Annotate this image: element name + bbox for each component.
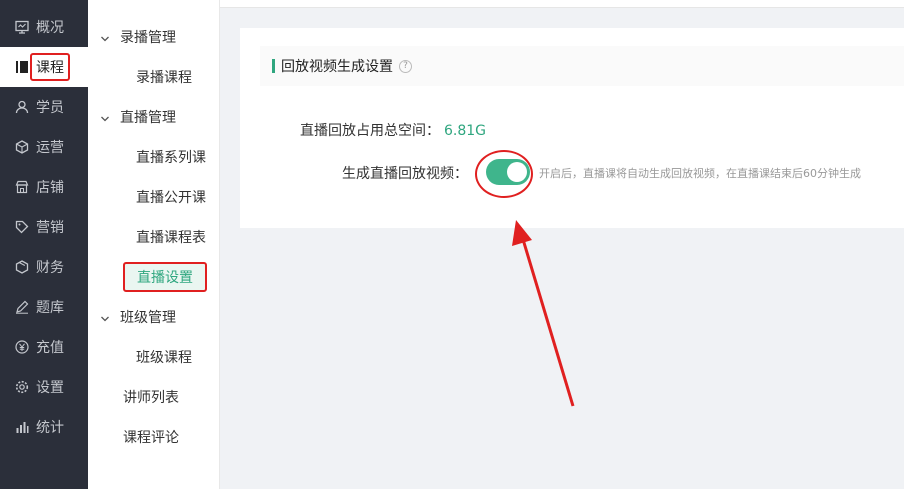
top-bar	[220, 0, 904, 8]
nav-item-course[interactable]: 课程	[0, 47, 88, 87]
subnav-item-live-series[interactable]: 直播系列课	[88, 137, 220, 177]
main-sidebar: 概况 课程 学员 运营 店铺 营销 财务 题库 充值 设置 统计	[0, 0, 88, 489]
user-icon	[15, 100, 29, 114]
chevron-down-icon	[100, 312, 110, 322]
chart-icon	[15, 420, 29, 434]
monitor-icon	[15, 20, 29, 34]
replay-toggle-label: 生成直播回放视频：	[342, 166, 468, 182]
subnav-item-teacher-list[interactable]: 讲师列表	[88, 377, 220, 417]
subnav-group-recorded[interactable]: 录播管理	[88, 17, 220, 57]
chevron-down-icon	[100, 112, 110, 122]
sub-sidebar: 录播管理 录播课程 直播管理 直播系列课 直播公开课 直播课程表 直播设置 班级…	[88, 0, 220, 489]
nav-item-recharge[interactable]: 充值	[0, 327, 88, 367]
toggle-knob	[507, 162, 527, 182]
yuan-icon	[15, 340, 29, 354]
book-icon	[15, 60, 29, 74]
section-title: 回放视频生成设置	[281, 59, 393, 75]
nav-item-finance[interactable]: 财务	[0, 247, 88, 287]
subnav-item-live-public[interactable]: 直播公开课	[88, 177, 220, 217]
subnav-item-live-schedule[interactable]: 直播课程表	[88, 217, 220, 257]
cube-icon	[15, 140, 29, 154]
nav-item-operations[interactable]: 运营	[0, 127, 88, 167]
pencil-icon	[15, 300, 29, 314]
store-icon	[15, 180, 29, 194]
nav-item-store[interactable]: 店铺	[0, 167, 88, 207]
space-usage-label: 直播回放占用总空间：	[300, 123, 440, 139]
section-accent-bar	[272, 59, 275, 73]
subnav-item-recorded-course[interactable]: 录播课程	[88, 57, 220, 97]
nav-item-question-bank[interactable]: 题库	[0, 287, 88, 327]
replay-toggle-switch[interactable]	[486, 159, 530, 185]
tag-icon	[15, 220, 29, 234]
subnav-group-class[interactable]: 班级管理	[88, 297, 220, 337]
nav-item-statistics[interactable]: 统计	[0, 407, 88, 447]
replay-settings-card: 回放视频生成设置 ? 直播回放占用总空间： 6.81G 生成直播回放视频：	[240, 28, 904, 228]
subnav-item-class-course[interactable]: 班级课程	[88, 337, 220, 377]
help-icon[interactable]: ?	[399, 59, 412, 73]
gear-icon	[15, 380, 29, 394]
space-usage-value: 6.81G	[444, 123, 487, 139]
subnav-item-live-settings[interactable]: 直播设置	[88, 257, 220, 297]
replay-toggle-hint: 开启后，直播课将自动生成回放视频，在直播课结束后60分钟生成	[539, 167, 861, 180]
nav-item-marketing[interactable]: 营销	[0, 207, 88, 247]
subnav-group-live[interactable]: 直播管理	[88, 97, 220, 137]
nav-item-settings[interactable]: 设置	[0, 367, 88, 407]
space-usage-row: 直播回放占用总空间： 6.81G	[300, 120, 486, 140]
card-header: 回放视频生成设置 ?	[260, 46, 904, 86]
nav-item-overview[interactable]: 概况	[0, 7, 88, 47]
chevron-down-icon	[100, 32, 110, 42]
nav-item-students[interactable]: 学员	[0, 87, 88, 127]
box-icon	[15, 260, 29, 274]
subnav-item-course-reviews[interactable]: 课程评论	[88, 417, 220, 457]
